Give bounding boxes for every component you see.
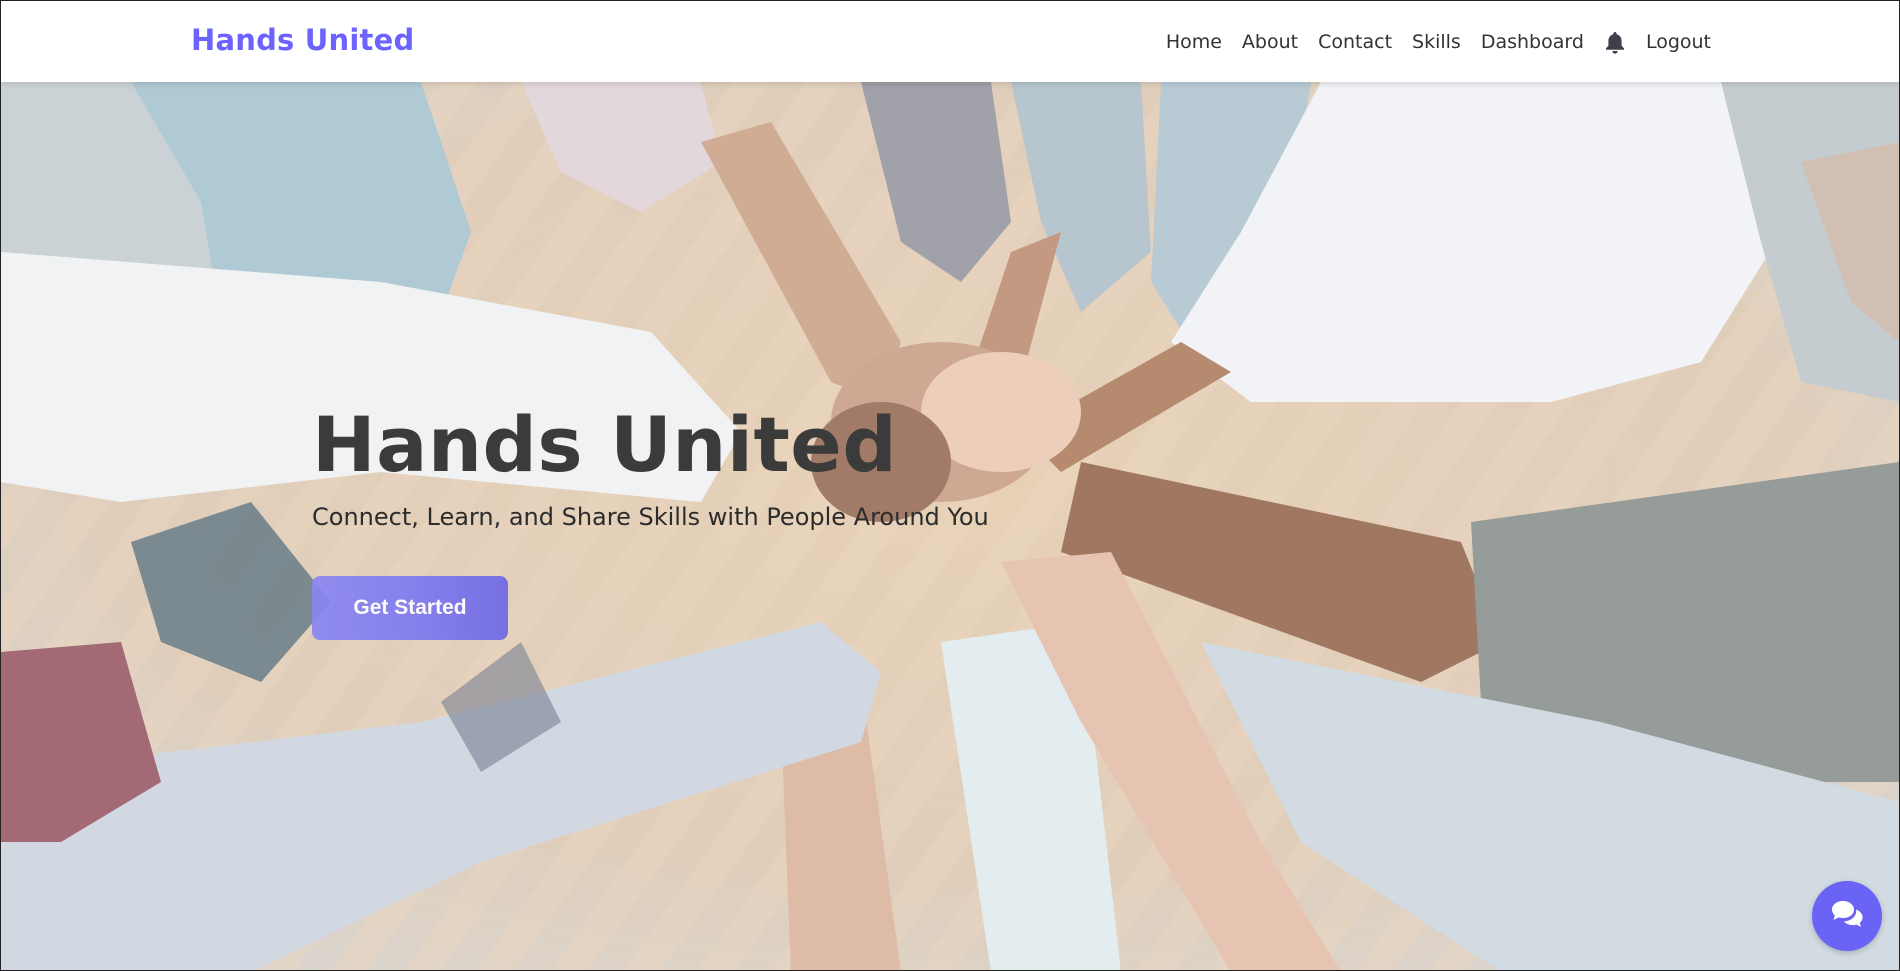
- nav-contact[interactable]: Contact: [1318, 31, 1392, 53]
- brand-logo[interactable]: Hands United: [191, 23, 414, 57]
- nav-home[interactable]: Home: [1166, 31, 1222, 53]
- hero-title: Hands United: [312, 400, 898, 489]
- nav-logout[interactable]: Logout: [1646, 31, 1711, 53]
- nav-skills[interactable]: Skills: [1412, 31, 1461, 53]
- hero-section: Hands United Connect, Learn, and Share S…: [1, 82, 1899, 970]
- hero-subtitle: Connect, Learn, and Share Skills with Pe…: [312, 503, 989, 531]
- page: Hands United Home About Contact Skills D…: [0, 0, 1900, 971]
- nav-about[interactable]: About: [1242, 31, 1298, 53]
- chat-icon: [1830, 899, 1864, 933]
- main-nav: Home About Contact Skills Dashboard Logo…: [1166, 30, 1711, 54]
- bell-icon[interactable]: [1604, 30, 1626, 54]
- get-started-button[interactable]: Get Started: [312, 576, 508, 640]
- top-navbar: Hands United Home About Contact Skills D…: [1, 1, 1899, 82]
- chat-button[interactable]: [1812, 881, 1882, 951]
- nav-dashboard[interactable]: Dashboard: [1481, 31, 1584, 53]
